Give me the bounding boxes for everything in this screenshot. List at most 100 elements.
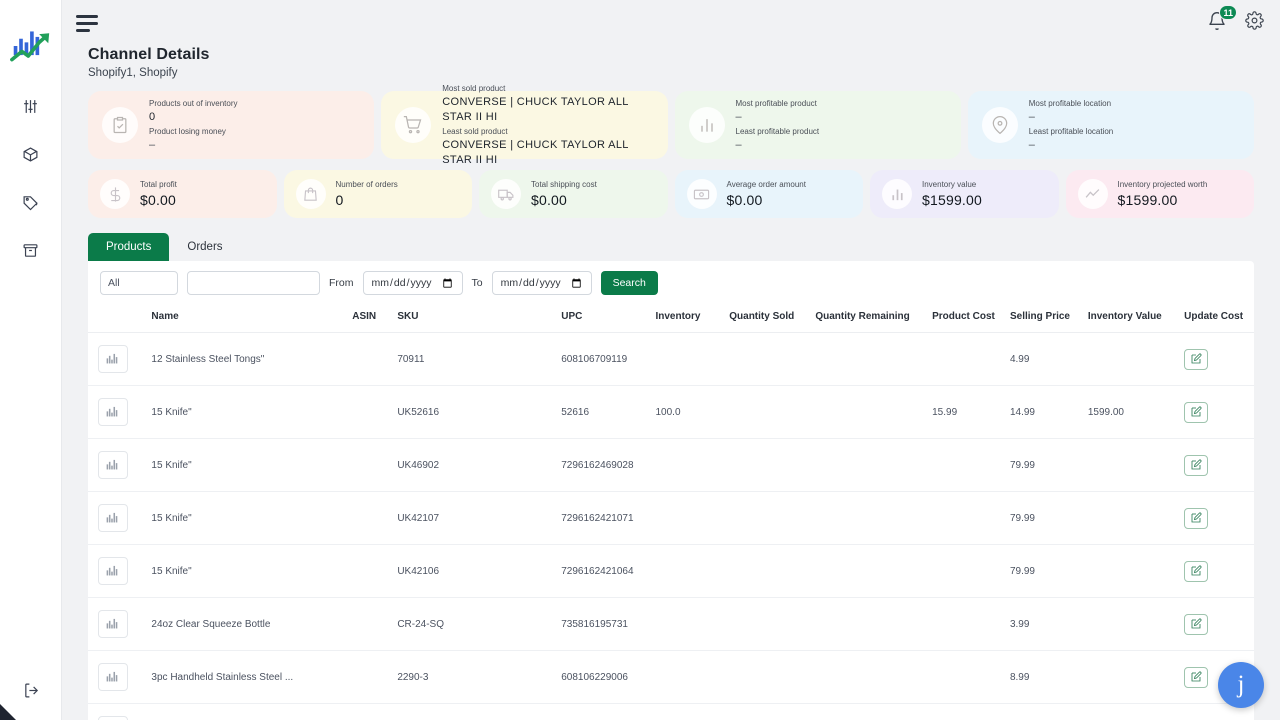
hamburger-menu-icon[interactable] (76, 14, 100, 32)
stat-value: $1599.00 (1117, 192, 1178, 208)
cell-sku: 70911 (393, 332, 558, 386)
kpi-value-1: – (735, 111, 742, 123)
cell-name: 15 Knife" (147, 491, 349, 545)
edit-square-icon[interactable] (1184, 454, 1209, 476)
search-text-input[interactable] (187, 271, 320, 295)
search-button[interactable]: Search (600, 271, 658, 295)
gear-icon[interactable] (1245, 11, 1264, 35)
col-name: Name (147, 305, 349, 333)
map-pin-icon (981, 107, 1018, 143)
cell-product-cost: 15.99 (928, 385, 1006, 439)
cell-upc: 608106709119 (557, 332, 652, 386)
row-thumbnail (88, 385, 148, 439)
product-placeholder-icon (98, 716, 128, 720)
cell-quantity-remaining (811, 703, 929, 720)
sidebar-item-products[interactable] (11, 190, 51, 220)
table-row[interactable]: 24oz Clear Squeeze Bottle CR-24-SQ 7358161… (88, 597, 1254, 651)
cell-quantity-remaining (811, 597, 929, 651)
cell-inventory-value (1083, 703, 1181, 720)
product-placeholder-icon (98, 610, 128, 638)
help-assistant-button[interactable]: j (1218, 662, 1264, 708)
kpi-label-1: Products out of inventory (149, 99, 238, 108)
edit-square-icon[interactable] (1184, 507, 1209, 529)
product-placeholder-icon (98, 451, 128, 479)
cell-sku: UK52616 (393, 385, 558, 439)
col-inventory: Inventory (651, 305, 726, 333)
sidebar-item-orders[interactable] (11, 238, 51, 268)
kpi-value-1: 0 (149, 111, 156, 123)
edit-square-icon[interactable] (1184, 560, 1209, 582)
cell-product-cost (928, 491, 1006, 545)
cell-inventory (651, 438, 726, 492)
sliders-icon (22, 98, 39, 120)
stat-value: $0.00 (140, 192, 177, 208)
category-filter-input[interactable] (100, 271, 178, 295)
notification-badge: 11 (1219, 5, 1237, 20)
cell-upc: 52616 (557, 385, 652, 439)
cell-asin (348, 544, 394, 598)
cell-product-cost (928, 332, 1006, 386)
sidebar-item-settings[interactable] (11, 94, 51, 124)
table-row[interactable]: 15 Knife" UK42106 7296162421064 79.99 (88, 544, 1254, 598)
cell-upc: 633125793085 (557, 703, 652, 720)
truck-icon (491, 179, 521, 209)
cell-name: 24oz Clear Squeeze Bottle (147, 597, 349, 651)
kpi-card-inventory-status: Products out of inventory 0 Product losi… (88, 91, 375, 159)
cell-asin (348, 491, 394, 545)
bag-icon (295, 179, 326, 209)
cell-name: 12 Stainless Steel Tongs" (147, 332, 349, 386)
kpi-value-1: – (1028, 111, 1036, 123)
tab-orders[interactable]: Orders (169, 233, 241, 261)
notifications-button[interactable]: 11 (1207, 5, 1237, 35)
product-placeholder-icon (98, 398, 128, 426)
row-thumbnail (88, 597, 148, 651)
top-bar: 11 (62, 0, 1280, 46)
product-placeholder-icon (98, 504, 128, 532)
cell-asin (348, 597, 394, 651)
cell-quantity-sold (725, 597, 812, 651)
to-date-input[interactable] (491, 271, 592, 295)
tab-products[interactable]: Products (88, 233, 170, 261)
cell-asin (348, 703, 394, 720)
table-row[interactable]: 15 Knife" UK46902 7296162469028 79.99 (88, 438, 1254, 492)
kpi-value-2: – (1028, 139, 1036, 151)
row-thumbnail (88, 438, 148, 492)
stat-value: $0.00 (726, 192, 763, 208)
edit-square-icon[interactable] (1184, 348, 1209, 370)
col-quantity-remaining: Quantity Remaining (811, 305, 929, 333)
edit-square-icon[interactable] (1184, 401, 1209, 423)
cell-quantity-remaining (811, 438, 929, 492)
bar-chart-icon (688, 107, 725, 143)
cell-inventory-value (1083, 597, 1181, 651)
cell-update-cost (1180, 491, 1254, 545)
from-date-input[interactable] (362, 271, 463, 295)
row-thumbnail (88, 703, 148, 720)
edit-square-icon[interactable] (1184, 666, 1209, 688)
row-thumbnail (88, 332, 148, 386)
col-product-cost: Product Cost (928, 305, 1006, 333)
cell-name: 3pc Handheld Stainless Steel ... (147, 650, 349, 704)
cell-selling-price: 4.99 (1005, 332, 1084, 386)
col-quantity-sold: Quantity Sold (725, 305, 812, 333)
edit-square-icon[interactable] (1184, 613, 1209, 635)
cell-asin (348, 332, 394, 386)
kpi-label-2: Least sold product (442, 127, 508, 136)
kpi-value-2: – (735, 139, 742, 151)
cell-product-cost (928, 544, 1006, 598)
kpi-cards-row: Products out of inventory 0 Product losi… (88, 84, 1254, 166)
stat-card-average-order-amount: Average order amount $0.00 (674, 170, 863, 218)
table-row[interactable]: 12 Stainless Steel Tongs" 70911 6081067091… (88, 332, 1254, 386)
table-row[interactable]: 3pc Handheld Stainless Steel ... 2290-3 60… (88, 650, 1254, 704)
stat-value: $0.00 (531, 192, 568, 208)
cell-inventory (651, 544, 726, 598)
table-row[interactable]: 15 Knife" UK42107 7296162421071 79.99 (88, 491, 1254, 545)
sidebar-item-inventory[interactable] (11, 142, 51, 172)
cell-update-cost (1180, 438, 1254, 492)
cell-quantity-sold (725, 650, 812, 704)
box-icon (22, 146, 39, 168)
cell-inventory (651, 703, 726, 720)
topbar-actions: 11 (1207, 5, 1264, 35)
table-row[interactable]: 15 Knife" UK52616 52616 100.0 15.99 14.99 1599… (88, 385, 1254, 439)
cell-selling-price: 14.99 (1005, 385, 1084, 439)
table-row[interactable]: 5l Trash Bin 27088633125793085 21.99 (88, 703, 1254, 720)
